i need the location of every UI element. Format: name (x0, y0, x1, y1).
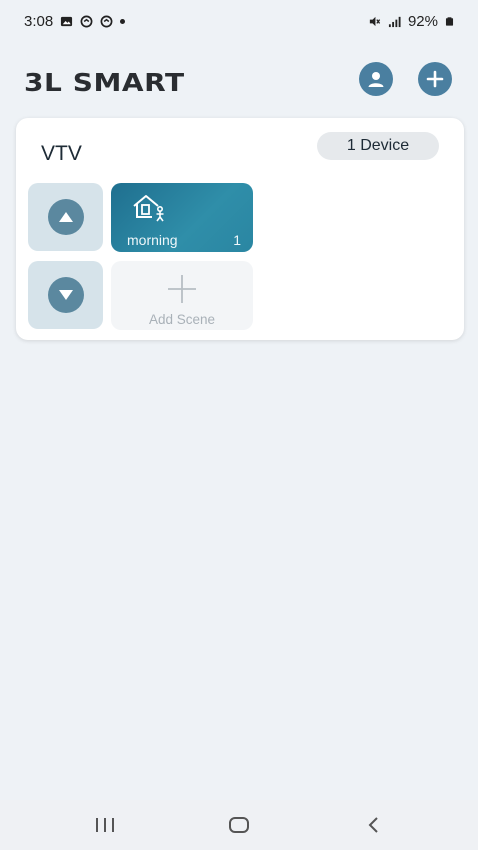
plus-icon (426, 70, 444, 88)
triangle-up-icon (58, 212, 73, 222)
system-nav-bar (0, 800, 478, 850)
room-name: VTV (41, 142, 82, 165)
triangle-down-icon (58, 290, 73, 300)
home-button[interactable] (224, 812, 254, 838)
scene-name: morning (127, 232, 178, 248)
brand-logo: 3L SMART (24, 68, 185, 97)
dot-icon (120, 18, 126, 24)
device-count-badge[interactable]: 1 Device (317, 132, 439, 160)
profile-button[interactable] (359, 62, 393, 96)
status-left: 3:08 (24, 12, 126, 30)
status-time: 3:08 (24, 12, 54, 30)
recents-icon (96, 818, 114, 832)
add-scene-label: Add Scene (148, 312, 216, 327)
sync-icon (100, 15, 113, 27)
scroll-up-button[interactable] (28, 183, 103, 251)
app-header: 3L SMART (0, 58, 478, 98)
recents-button[interactable] (90, 812, 120, 838)
room-card: VTV 1 Device morning 1 Add Scene (16, 118, 464, 340)
scene-count: 1 (233, 232, 241, 248)
plus-icon (168, 275, 196, 303)
scroll-down-button[interactable] (28, 261, 103, 329)
sync-icon (80, 15, 93, 27)
add-scene-button[interactable]: Add Scene (111, 261, 253, 330)
user-icon (368, 72, 384, 87)
add-button[interactable] (418, 62, 452, 96)
image-icon (61, 16, 73, 26)
status-bar: 3:08 92% (0, 0, 478, 42)
battery-percent: 92% (407, 12, 438, 30)
back-icon (368, 817, 378, 833)
scene-tile-morning[interactable]: morning 1 (111, 183, 253, 252)
battery-icon (445, 16, 454, 26)
mute-icon (369, 16, 381, 26)
signal-icon (388, 16, 401, 27)
home-person-icon (133, 195, 164, 222)
status-right: 92% (368, 13, 454, 30)
back-button[interactable] (358, 812, 388, 838)
home-icon (229, 817, 249, 833)
